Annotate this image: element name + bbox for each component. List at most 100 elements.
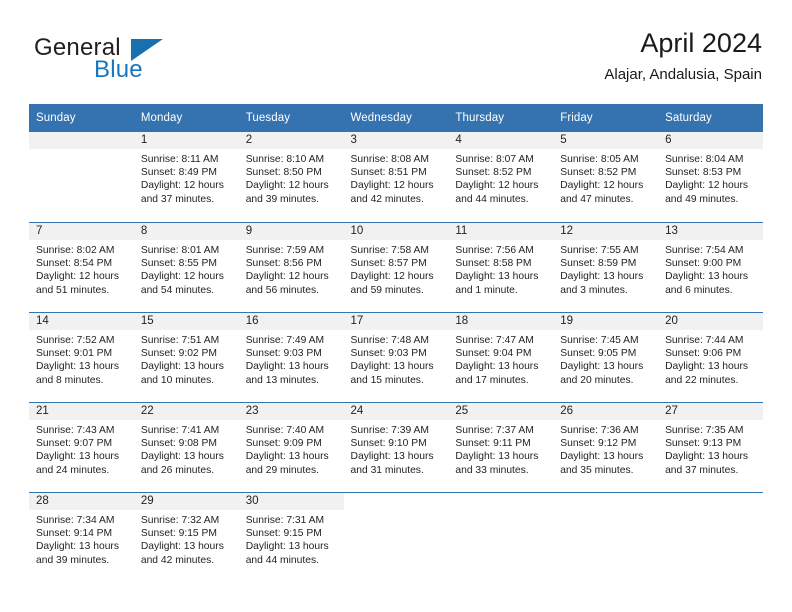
- calendar-cell: 17 Sunrise: 7:48 AM Sunset: 9:03 PM Dayligh…: [343, 312, 449, 402]
- day-details: Sunrise: 7:59 AM Sunset: 8:56 PM Daylight:…: [239, 240, 344, 297]
- day-number: 13: [658, 223, 763, 240]
- day-number: 5: [553, 132, 659, 149]
- calendar-cell: 21 Sunrise: 7:43 AM Sunset: 9:07 PM Dayligh…: [29, 402, 134, 492]
- day-cell[interactable]: 2 Sunrise: 8:10 AM Sunset: 8:50 PM Daylight…: [238, 132, 344, 222]
- day-detail-line: Sunrise: 8:01 AM: [140, 245, 220, 256]
- day-number: 18: [448, 313, 554, 330]
- day-details: Sunrise: 8:05 AM Sunset: 8:52 PM Daylight:…: [553, 149, 658, 206]
- day-detail-line: Sunset: 9:06 PM: [665, 348, 742, 360]
- day-cell[interactable]: 5 Sunrise: 8:05 AM Sunset: 8:52 PM Daylight…: [553, 132, 659, 222]
- day-cell[interactable]: 28 Sunrise: 7:34 AM Sunset: 9:14 PM Dayligh…: [29, 492, 134, 582]
- day-details: Sunrise: 7:56 AM Sunset: 8:58 PM Daylight:…: [448, 240, 553, 297]
- day-cell[interactable]: 10 Sunrise: 7:58 AM Sunset: 8:57 PM Dayligh…: [343, 222, 449, 312]
- day-details: Sunrise: 7:31 AM Sunset: 9:15 PM Daylight:…: [239, 510, 344, 567]
- day-detail-line: Daylight: 12 hours: [350, 180, 434, 192]
- brand-name-blue: Blue: [94, 56, 143, 83]
- day-number: 8: [133, 223, 239, 240]
- day-details: Sunrise: 8:11 AM Sunset: 8:49 PM Daylight:…: [134, 149, 239, 206]
- calendar-cell: 1 Sunrise: 8:11 AM Sunset: 8:49 PM Daylight…: [133, 132, 239, 222]
- day-details: Sunrise: 7:47 AM Sunset: 9:04 PM Daylight:…: [448, 330, 553, 387]
- day-details: Sunrise: 8:07 AM Sunset: 8:52 PM Daylight:…: [448, 149, 553, 206]
- day-details: Sunrise: 7:40 AM Sunset: 9:09 PM Daylight:…: [239, 420, 344, 477]
- day-cell[interactable]: 23 Sunrise: 7:40 AM Sunset: 9:09 PM Dayligh…: [238, 402, 344, 492]
- day-cell[interactable]: 25 Sunrise: 7:37 AM Sunset: 9:11 PM Dayligh…: [448, 402, 554, 492]
- day-detail-line: Sunrise: 7:45 AM: [560, 335, 639, 346]
- day-cell[interactable]: 11 Sunrise: 7:56 AM Sunset: 8:58 PM Dayligh…: [448, 222, 554, 312]
- day-cell[interactable]: 24 Sunrise: 7:39 AM Sunset: 9:10 PM Dayligh…: [343, 402, 449, 492]
- day-detail-line: Sunset: 9:10 PM: [350, 438, 427, 450]
- day-detail-line: Sunset: 8:52 PM: [455, 167, 532, 179]
- day-cell[interactable]: 6 Sunrise: 8:04 AM Sunset: 8:53 PM Daylight…: [658, 132, 763, 222]
- day-number: 30: [238, 493, 344, 510]
- day-detail-line: Daylight: 13 hours: [245, 541, 329, 553]
- day-cell[interactable]: 15 Sunrise: 7:51 AM Sunset: 9:02 PM Dayligh…: [133, 312, 239, 402]
- day-detail-line: Sunrise: 8:02 AM: [36, 245, 115, 256]
- day-cell-empty: [553, 492, 659, 582]
- general-blue-logo[interactable]: General Blue: [34, 34, 254, 90]
- day-cell[interactable]: 16 Sunrise: 7:49 AM Sunset: 9:03 PM Dayligh…: [238, 312, 344, 402]
- day-detail-line: Sunset: 8:51 PM: [350, 167, 427, 179]
- day-cell[interactable]: 19 Sunrise: 7:45 AM Sunset: 9:05 PM Dayligh…: [553, 312, 659, 402]
- day-cell[interactable]: 18 Sunrise: 7:47 AM Sunset: 9:04 PM Dayligh…: [448, 312, 554, 402]
- day-detail-line: and 56 minutes.: [245, 284, 319, 296]
- weekday-header-monday: Monday: [133, 104, 239, 132]
- day-detail-line: Sunset: 8:57 PM: [350, 258, 427, 270]
- day-details: Sunrise: 8:08 AM Sunset: 8:51 PM Daylight:…: [344, 149, 449, 206]
- day-detail-line: Sunrise: 7:35 AM: [665, 425, 744, 436]
- day-detail-line: and 47 minutes.: [560, 193, 634, 205]
- day-detail-line: Sunset: 8:52 PM: [560, 167, 637, 179]
- calendar-cell: 23 Sunrise: 7:40 AM Sunset: 9:09 PM Dayligh…: [238, 402, 344, 492]
- day-detail-line: Sunrise: 8:05 AM: [560, 154, 639, 165]
- day-cell[interactable]: 1 Sunrise: 8:11 AM Sunset: 8:49 PM Daylight…: [133, 132, 239, 222]
- day-detail-line: Daylight: 13 hours: [36, 451, 119, 463]
- calendar-table: Sunday Monday Tuesday Wednesday Thursday Frid…: [29, 104, 763, 582]
- day-detail-line: Sunrise: 7:43 AM: [36, 425, 115, 436]
- day-number: 3: [343, 132, 449, 149]
- day-number: 12: [553, 223, 659, 240]
- day-details: Sunrise: 7:34 AM Sunset: 9:14 PM Daylight:…: [29, 510, 134, 567]
- day-detail-line: and 42 minutes.: [350, 193, 424, 205]
- day-cell[interactable]: 9 Sunrise: 7:59 AM Sunset: 8:56 PM Daylight…: [238, 222, 344, 312]
- day-cell[interactable]: 27 Sunrise: 7:35 AM Sunset: 9:13 PM Dayligh…: [658, 402, 763, 492]
- day-detail-line: Sunset: 8:54 PM: [36, 258, 113, 270]
- title-block: April 2024 Alajar, Andalusia, Spain: [604, 26, 762, 86]
- day-detail-line: Sunrise: 7:39 AM: [350, 425, 429, 436]
- day-detail-line: Sunset: 9:15 PM: [140, 528, 217, 540]
- calendar-cell: 4 Sunrise: 8:07 AM Sunset: 8:52 PM Daylight…: [448, 132, 554, 222]
- day-cell[interactable]: 13 Sunrise: 7:54 AM Sunset: 9:00 PM Dayligh…: [658, 222, 763, 312]
- day-detail-line: and 15 minutes.: [350, 374, 424, 386]
- day-cell[interactable]: 26 Sunrise: 7:36 AM Sunset: 9:12 PM Dayligh…: [553, 402, 659, 492]
- day-details: Sunrise: 8:01 AM Sunset: 8:55 PM Daylight:…: [134, 240, 239, 297]
- day-cell[interactable]: 29 Sunrise: 7:32 AM Sunset: 9:15 PM Dayligh…: [133, 492, 239, 582]
- day-cell[interactable]: 20 Sunrise: 7:44 AM Sunset: 9:06 PM Dayligh…: [658, 312, 763, 402]
- day-detail-line: Sunset: 9:09 PM: [245, 438, 322, 450]
- day-detail-line: and 37 minutes.: [140, 193, 215, 205]
- day-detail-line: Daylight: 13 hours: [455, 271, 539, 283]
- day-cell[interactable]: 14 Sunrise: 7:52 AM Sunset: 9:01 PM Dayligh…: [29, 312, 134, 402]
- day-cell[interactable]: 7 Sunrise: 8:02 AM Sunset: 8:54 PM Daylight…: [29, 222, 134, 312]
- day-cell[interactable]: 4 Sunrise: 8:07 AM Sunset: 8:52 PM Daylight…: [448, 132, 554, 222]
- day-cell[interactable]: 22 Sunrise: 7:41 AM Sunset: 9:08 PM Dayligh…: [133, 402, 239, 492]
- calendar-cell: 30 Sunrise: 7:31 AM Sunset: 9:15 PM Dayligh…: [238, 492, 344, 582]
- day-number: 7: [29, 223, 134, 240]
- day-detail-line: Daylight: 12 hours: [455, 180, 539, 192]
- day-number: 2: [238, 132, 344, 149]
- calendar-page: General Blue April 2024 Alajar, Andalusi…: [0, 0, 792, 612]
- day-detail-line: Sunset: 9:11 PM: [455, 438, 531, 450]
- day-cell[interactable]: 30 Sunrise: 7:31 AM Sunset: 9:15 PM Dayligh…: [238, 492, 344, 582]
- day-cell[interactable]: 3 Sunrise: 8:08 AM Sunset: 8:51 PM Daylight…: [343, 132, 449, 222]
- day-details: Sunrise: 7:54 AM Sunset: 9:00 PM Daylight:…: [658, 240, 763, 297]
- day-cell[interactable]: 21 Sunrise: 7:43 AM Sunset: 9:07 PM Dayligh…: [29, 402, 134, 492]
- day-details: Sunrise: 7:43 AM Sunset: 9:07 PM Daylight:…: [29, 420, 134, 477]
- day-details: Sunrise: 7:48 AM Sunset: 9:03 PM Daylight:…: [344, 330, 449, 387]
- day-cell[interactable]: 8 Sunrise: 8:01 AM Sunset: 8:55 PM Daylight…: [133, 222, 239, 312]
- day-detail-line: Daylight: 12 hours: [140, 271, 224, 283]
- day-details: [658, 510, 763, 514]
- day-cell[interactable]: 12 Sunrise: 7:55 AM Sunset: 8:59 PM Dayligh…: [553, 222, 659, 312]
- day-detail-line: Sunrise: 8:07 AM: [455, 154, 534, 165]
- day-number: 14: [29, 313, 134, 330]
- day-detail-line: Daylight: 13 hours: [455, 451, 539, 463]
- day-detail-line: Sunrise: 8:11 AM: [140, 154, 219, 165]
- day-cell[interactable]: 17 Sunrise: 7:48 AM Sunset: 9:03 PM Dayligh…: [343, 312, 449, 402]
- day-number: 20: [658, 313, 763, 330]
